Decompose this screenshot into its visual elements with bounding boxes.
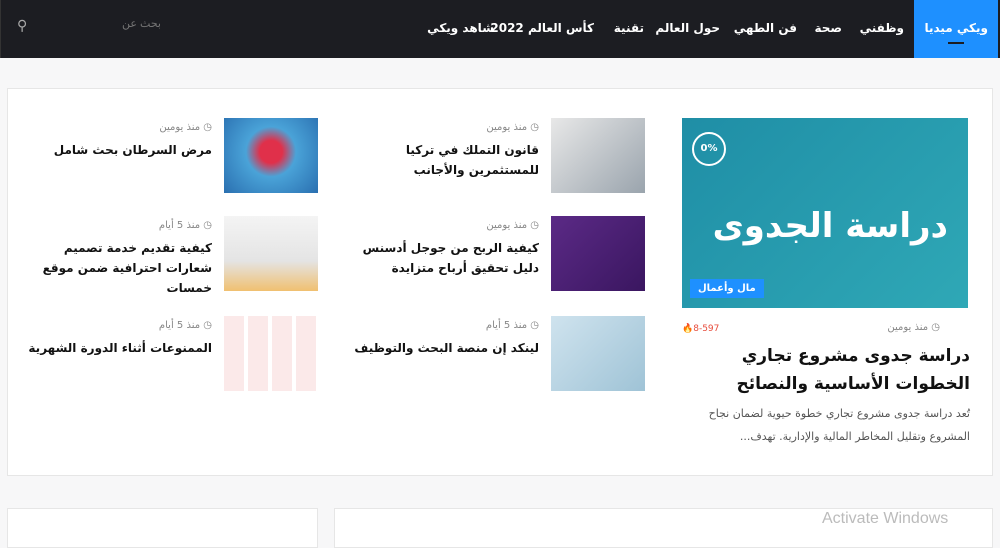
nav-item-cooking[interactable]: فن الطهي bbox=[734, 0, 797, 58]
item-title[interactable]: كيفية الربح من جوجل أدسنس دليل تحقيق أرب… bbox=[349, 238, 539, 278]
item-title[interactable]: قانون التملك في تركيا للمستثمرين والأجان… bbox=[349, 140, 539, 180]
item-time: ◷ منذ يومين bbox=[486, 220, 539, 231]
views-count: 🔥8-597 bbox=[682, 324, 719, 334]
time-text: منذ 5 أيام bbox=[485, 320, 528, 331]
nav-item-jobs[interactable]: وظفني bbox=[860, 0, 904, 58]
top-navigation: ويكي ميديا وظفني صحة فن الطهي حول العالم… bbox=[0, 0, 1000, 58]
featured-image[interactable]: 0% دراسة الجدوى مال وأعمال bbox=[682, 118, 968, 308]
item-title[interactable]: الممنوعات أثناء الدورة الشهرية bbox=[22, 338, 212, 358]
time-text: منذ يومين bbox=[486, 122, 528, 133]
bottom-card-left bbox=[7, 508, 318, 548]
item-title[interactable]: لينكد إن منصة البحث والتوظيف bbox=[349, 338, 539, 358]
nav-item-world[interactable]: حول العالم bbox=[655, 0, 720, 58]
nav-item-watch-wiki[interactable]: شاهد ويكي bbox=[427, 0, 494, 58]
activate-windows-watermark: Activate Windows bbox=[822, 510, 949, 527]
category-badge[interactable]: مال وأعمال bbox=[690, 279, 764, 298]
thumbnail[interactable] bbox=[551, 316, 645, 391]
thumbnail[interactable] bbox=[224, 316, 318, 391]
list-item[interactable]: ◷ منذ 5 أيام الممنوعات أثناء الدورة الشه… bbox=[18, 316, 318, 392]
nav-item-wiki-media[interactable]: ويكي ميديا bbox=[914, 0, 998, 58]
item-title[interactable]: مرض السرطان بحث شامل bbox=[22, 140, 212, 160]
time-text: منذ يومين bbox=[159, 122, 201, 133]
item-time: ◷ منذ 5 أيام bbox=[158, 320, 212, 331]
list-item[interactable]: ◷ منذ يومين قانون التملك في تركيا للمستث… bbox=[345, 118, 645, 194]
featured-excerpt: تُعد دراسة جدوى مشروع تجاري خطوة حيوية ل… bbox=[708, 407, 970, 443]
search-box: ⚲ bbox=[0, 0, 198, 58]
list-item[interactable]: ◷ منذ يومين كيفية الربح من جوجل أدسنس دل… bbox=[345, 216, 645, 292]
list-item[interactable]: ◷ منذ 5 أيام لينكد إن منصة البحث والتوظي… bbox=[345, 316, 645, 392]
item-time: ◷ منذ 5 أيام bbox=[485, 320, 539, 331]
featured-time: ◷ منذ يومين bbox=[887, 322, 940, 333]
featured-image-text: دراسة الجدوى bbox=[712, 206, 948, 246]
list-item[interactable]: ◷ منذ يومين مرض السرطان بحث شامل bbox=[18, 118, 318, 194]
thumbnail[interactable] bbox=[224, 118, 318, 193]
nav-item-health[interactable]: صحة bbox=[814, 0, 842, 58]
search-input[interactable] bbox=[41, 18, 161, 30]
time-text: منذ يومين bbox=[486, 220, 528, 231]
featured-title[interactable]: دراسة جدوى مشروع تجاري الخطوات الأساسية … bbox=[690, 342, 970, 398]
list-item[interactable]: ◷ منذ 5 أيام كيفية تقديم خدمة تصميم شعار… bbox=[18, 216, 318, 295]
nav-item-tech[interactable]: تقنية bbox=[614, 0, 644, 58]
item-time: ◷ منذ يومين bbox=[159, 122, 212, 133]
views-text: 8-597 bbox=[693, 324, 720, 334]
time-text: منذ يومين bbox=[887, 322, 929, 333]
thumbnail[interactable] bbox=[551, 118, 645, 193]
search-icon[interactable]: ⚲ bbox=[17, 18, 27, 34]
time-text: منذ 5 أيام bbox=[158, 320, 201, 331]
item-title[interactable]: كيفية تقديم خدمة تصميم شعارات احترافية ض… bbox=[22, 238, 212, 298]
time-text: منذ 5 أيام bbox=[158, 220, 201, 231]
percent-badge: 0% bbox=[692, 132, 726, 166]
thumbnail[interactable] bbox=[551, 216, 645, 291]
item-time: ◷ منذ 5 أيام bbox=[158, 220, 212, 231]
nav-item-world-cup[interactable]: كأس العالم 2022 bbox=[490, 0, 594, 58]
item-time: ◷ منذ يومين bbox=[486, 122, 539, 133]
fire-icon: 🔥 bbox=[682, 324, 694, 334]
thumbnail[interactable] bbox=[224, 216, 318, 291]
